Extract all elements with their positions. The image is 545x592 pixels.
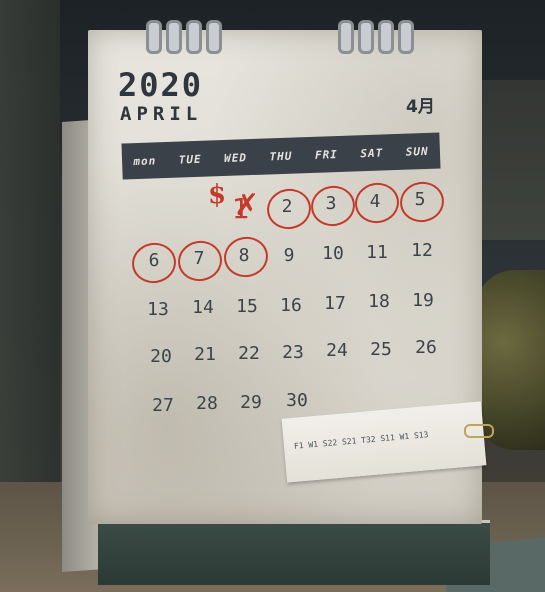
day-18[interactable]: 18 xyxy=(361,288,397,316)
calendar-month-cn: 4月 xyxy=(406,97,435,117)
game-scene: 2020 APRIL 4月 mon TUE WED THU FRI SAT SU… xyxy=(0,0,545,592)
binding-ring xyxy=(358,20,374,54)
day-22[interactable]: 22 xyxy=(231,340,267,368)
calendar-year: 2020 xyxy=(118,66,204,104)
day-4[interactable]: 4 xyxy=(357,188,393,216)
day-24[interactable]: 24 xyxy=(319,337,355,365)
calendar-month: APRIL xyxy=(120,103,203,125)
day-8[interactable]: 8 xyxy=(226,242,262,270)
grenade-prop xyxy=(475,270,545,450)
binding-ring xyxy=(338,20,354,54)
binding-ring xyxy=(166,20,182,54)
day-11[interactable]: 11 xyxy=(359,239,395,267)
day-14[interactable]: 14 xyxy=(185,294,221,322)
binding-ring xyxy=(146,20,162,54)
day-28[interactable]: 28 xyxy=(189,390,225,418)
day-30[interactable]: 30 xyxy=(279,387,315,415)
day-17[interactable]: 17 xyxy=(317,290,353,318)
day-21[interactable]: 21 xyxy=(187,341,223,369)
weekday-thu: THU xyxy=(269,149,293,163)
day-12[interactable]: 12 xyxy=(404,237,440,265)
binding-ring xyxy=(378,20,394,54)
day-2[interactable]: 2 xyxy=(269,193,305,221)
weekday-sun: SUN xyxy=(405,144,429,159)
paperclip-icon xyxy=(464,424,494,438)
weekday-fri: FRI xyxy=(314,147,339,162)
day-19[interactable]: 19 xyxy=(405,287,441,315)
day-20[interactable]: 20 xyxy=(143,343,179,371)
day-27[interactable]: 27 xyxy=(145,392,181,420)
day-25[interactable]: 25 xyxy=(363,336,399,364)
cross-mark-icon: ✗ xyxy=(234,188,260,223)
day-13[interactable]: 13 xyxy=(140,296,176,324)
day-23[interactable]: 23 xyxy=(275,339,311,367)
binding-ring xyxy=(186,20,202,54)
weekday-sat: SAT xyxy=(360,145,384,160)
day-16[interactable]: 16 xyxy=(273,292,309,320)
note-code-text: F1 W1 S22 S21 T32 S11 W1 S13 xyxy=(293,430,429,451)
day-9[interactable]: 9 xyxy=(271,242,307,270)
day-15[interactable]: 15 xyxy=(229,293,265,321)
dollar-scribble: $ xyxy=(208,180,227,210)
day-7[interactable]: 7 xyxy=(181,245,217,273)
weekday-wed: WED xyxy=(223,150,248,165)
calendar-stand-base xyxy=(98,520,490,585)
day-5[interactable]: 5 xyxy=(402,186,438,214)
day-6[interactable]: 6 xyxy=(136,247,172,275)
weekday-tue: TUE xyxy=(178,152,202,167)
day-10[interactable]: 10 xyxy=(315,240,351,268)
binding-ring xyxy=(206,20,222,54)
day-3[interactable]: 3 xyxy=(313,190,349,218)
binding-ring xyxy=(398,20,414,54)
day-29[interactable]: 29 xyxy=(233,389,269,417)
day-26[interactable]: 26 xyxy=(408,334,444,362)
weekday-mon: mon xyxy=(133,153,157,168)
